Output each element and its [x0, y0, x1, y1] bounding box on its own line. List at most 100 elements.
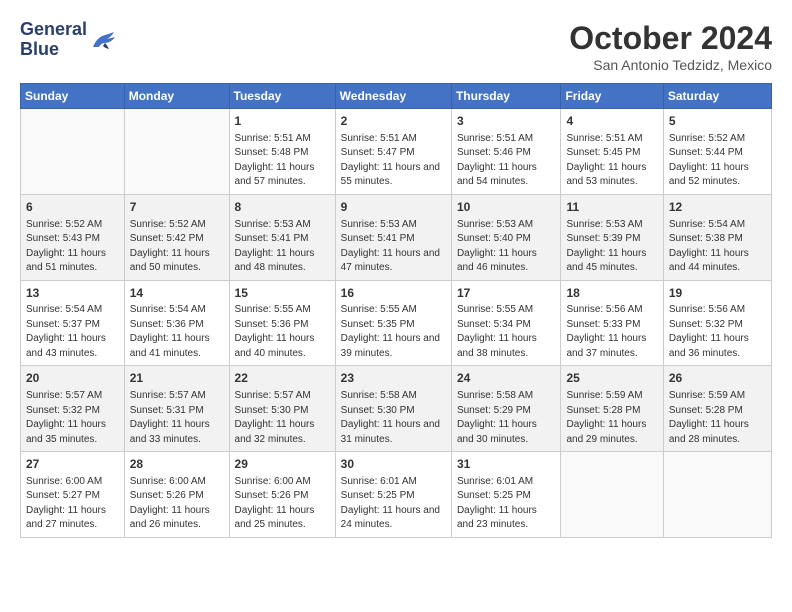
cell-info: Sunrise: 5:55 AMSunset: 5:35 PMDaylight:…: [341, 303, 446, 361]
day-number: 12: [669, 199, 766, 216]
header-day-thursday: Thursday: [451, 84, 561, 109]
calendar-cell: 11 Sunrise: 5:53 AMSunset: 5:39 PMDaylig…: [561, 194, 663, 280]
day-number: 22: [235, 370, 330, 387]
cell-info: Sunrise: 6:00 AMSunset: 5:26 PMDaylight:…: [235, 475, 330, 533]
day-number: 31: [457, 456, 556, 473]
location: San Antonio Tedzidz, Mexico: [569, 57, 772, 73]
calendar-cell: 26 Sunrise: 5:59 AMSunset: 5:28 PMDaylig…: [663, 366, 771, 452]
cell-info: Sunrise: 5:53 AMSunset: 5:39 PMDaylight:…: [566, 218, 657, 276]
day-number: 16: [341, 285, 446, 302]
logo-bird-icon: [89, 29, 117, 51]
day-number: 21: [130, 370, 224, 387]
day-number: 17: [457, 285, 556, 302]
cell-info: Sunrise: 5:56 AMSunset: 5:32 PMDaylight:…: [669, 303, 766, 361]
calendar-cell: 3 Sunrise: 5:51 AMSunset: 5:46 PMDayligh…: [451, 109, 561, 195]
day-number: 13: [26, 285, 119, 302]
calendar-cell: 21 Sunrise: 5:57 AMSunset: 5:31 PMDaylig…: [124, 366, 229, 452]
calendar-cell: 23 Sunrise: 5:58 AMSunset: 5:30 PMDaylig…: [335, 366, 451, 452]
calendar-cell: 1 Sunrise: 5:51 AMSunset: 5:48 PMDayligh…: [229, 109, 335, 195]
day-number: 20: [26, 370, 119, 387]
logo-text: General Blue: [20, 20, 87, 60]
calendar-cell: 10 Sunrise: 5:53 AMSunset: 5:40 PMDaylig…: [451, 194, 561, 280]
calendar-cell: 31 Sunrise: 6:01 AMSunset: 5:25 PMDaylig…: [451, 452, 561, 538]
calendar-cell: 24 Sunrise: 5:58 AMSunset: 5:29 PMDaylig…: [451, 366, 561, 452]
day-number: 28: [130, 456, 224, 473]
cell-info: Sunrise: 5:56 AMSunset: 5:33 PMDaylight:…: [566, 303, 657, 361]
day-number: 19: [669, 285, 766, 302]
day-number: 30: [341, 456, 446, 473]
cell-info: Sunrise: 5:59 AMSunset: 5:28 PMDaylight:…: [566, 389, 657, 447]
week-row-4: 20 Sunrise: 5:57 AMSunset: 5:32 PMDaylig…: [21, 366, 772, 452]
day-number: 14: [130, 285, 224, 302]
calendar-cell: 13 Sunrise: 5:54 AMSunset: 5:37 PMDaylig…: [21, 280, 125, 366]
calendar-cell: [663, 452, 771, 538]
day-number: 23: [341, 370, 446, 387]
cell-info: Sunrise: 5:54 AMSunset: 5:37 PMDaylight:…: [26, 303, 119, 361]
day-number: 15: [235, 285, 330, 302]
calendar-cell: 17 Sunrise: 5:55 AMSunset: 5:34 PMDaylig…: [451, 280, 561, 366]
logo: General Blue: [20, 20, 117, 60]
cell-info: Sunrise: 5:57 AMSunset: 5:31 PMDaylight:…: [130, 389, 224, 447]
calendar-cell: 27 Sunrise: 6:00 AMSunset: 5:27 PMDaylig…: [21, 452, 125, 538]
calendar-table: SundayMondayTuesdayWednesdayThursdayFrid…: [20, 83, 772, 538]
cell-info: Sunrise: 5:59 AMSunset: 5:28 PMDaylight:…: [669, 389, 766, 447]
cell-info: Sunrise: 6:00 AMSunset: 5:26 PMDaylight:…: [130, 475, 224, 533]
cell-info: Sunrise: 5:51 AMSunset: 5:46 PMDaylight:…: [457, 132, 556, 190]
cell-info: Sunrise: 6:01 AMSunset: 5:25 PMDaylight:…: [457, 475, 556, 533]
cell-info: Sunrise: 5:58 AMSunset: 5:29 PMDaylight:…: [457, 389, 556, 447]
calendar-cell: 8 Sunrise: 5:53 AMSunset: 5:41 PMDayligh…: [229, 194, 335, 280]
cell-info: Sunrise: 5:53 AMSunset: 5:41 PMDaylight:…: [341, 218, 446, 276]
calendar-cell: 5 Sunrise: 5:52 AMSunset: 5:44 PMDayligh…: [663, 109, 771, 195]
cell-info: Sunrise: 5:54 AMSunset: 5:38 PMDaylight:…: [669, 218, 766, 276]
cell-info: Sunrise: 5:57 AMSunset: 5:30 PMDaylight:…: [235, 389, 330, 447]
week-row-2: 6 Sunrise: 5:52 AMSunset: 5:43 PMDayligh…: [21, 194, 772, 280]
day-number: 18: [566, 285, 657, 302]
calendar-cell: 16 Sunrise: 5:55 AMSunset: 5:35 PMDaylig…: [335, 280, 451, 366]
cell-info: Sunrise: 6:00 AMSunset: 5:27 PMDaylight:…: [26, 475, 119, 533]
cell-info: Sunrise: 5:51 AMSunset: 5:47 PMDaylight:…: [341, 132, 446, 190]
calendar-cell: 9 Sunrise: 5:53 AMSunset: 5:41 PMDayligh…: [335, 194, 451, 280]
title-block: October 2024 San Antonio Tedzidz, Mexico: [569, 20, 772, 73]
calendar-cell: [561, 452, 663, 538]
header-day-tuesday: Tuesday: [229, 84, 335, 109]
cell-info: Sunrise: 5:53 AMSunset: 5:40 PMDaylight:…: [457, 218, 556, 276]
calendar-cell: 30 Sunrise: 6:01 AMSunset: 5:25 PMDaylig…: [335, 452, 451, 538]
day-number: 27: [26, 456, 119, 473]
cell-info: Sunrise: 5:52 AMSunset: 5:42 PMDaylight:…: [130, 218, 224, 276]
day-number: 11: [566, 199, 657, 216]
cell-info: Sunrise: 5:51 AMSunset: 5:48 PMDaylight:…: [235, 132, 330, 190]
calendar-cell: 14 Sunrise: 5:54 AMSunset: 5:36 PMDaylig…: [124, 280, 229, 366]
header-day-wednesday: Wednesday: [335, 84, 451, 109]
calendar-cell: 12 Sunrise: 5:54 AMSunset: 5:38 PMDaylig…: [663, 194, 771, 280]
header-row: SundayMondayTuesdayWednesdayThursdayFrid…: [21, 84, 772, 109]
day-number: 26: [669, 370, 766, 387]
cell-info: Sunrise: 5:55 AMSunset: 5:34 PMDaylight:…: [457, 303, 556, 361]
day-number: 2: [341, 113, 446, 130]
calendar-cell: [124, 109, 229, 195]
cell-info: Sunrise: 5:52 AMSunset: 5:44 PMDaylight:…: [669, 132, 766, 190]
week-row-1: 1 Sunrise: 5:51 AMSunset: 5:48 PMDayligh…: [21, 109, 772, 195]
week-row-3: 13 Sunrise: 5:54 AMSunset: 5:37 PMDaylig…: [21, 280, 772, 366]
calendar-cell: 18 Sunrise: 5:56 AMSunset: 5:33 PMDaylig…: [561, 280, 663, 366]
cell-info: Sunrise: 5:51 AMSunset: 5:45 PMDaylight:…: [566, 132, 657, 190]
cell-info: Sunrise: 5:52 AMSunset: 5:43 PMDaylight:…: [26, 218, 119, 276]
header-day-friday: Friday: [561, 84, 663, 109]
cell-info: Sunrise: 6:01 AMSunset: 5:25 PMDaylight:…: [341, 475, 446, 533]
calendar-cell: 22 Sunrise: 5:57 AMSunset: 5:30 PMDaylig…: [229, 366, 335, 452]
calendar-cell: 25 Sunrise: 5:59 AMSunset: 5:28 PMDaylig…: [561, 366, 663, 452]
day-number: 29: [235, 456, 330, 473]
calendar-cell: 29 Sunrise: 6:00 AMSunset: 5:26 PMDaylig…: [229, 452, 335, 538]
day-number: 1: [235, 113, 330, 130]
day-number: 24: [457, 370, 556, 387]
calendar-cell: 7 Sunrise: 5:52 AMSunset: 5:42 PMDayligh…: [124, 194, 229, 280]
header-day-monday: Monday: [124, 84, 229, 109]
calendar-cell: 28 Sunrise: 6:00 AMSunset: 5:26 PMDaylig…: [124, 452, 229, 538]
cell-info: Sunrise: 5:54 AMSunset: 5:36 PMDaylight:…: [130, 303, 224, 361]
day-number: 3: [457, 113, 556, 130]
header-day-sunday: Sunday: [21, 84, 125, 109]
day-number: 9: [341, 199, 446, 216]
month-title: October 2024: [569, 20, 772, 57]
day-number: 5: [669, 113, 766, 130]
week-row-5: 27 Sunrise: 6:00 AMSunset: 5:27 PMDaylig…: [21, 452, 772, 538]
day-number: 7: [130, 199, 224, 216]
